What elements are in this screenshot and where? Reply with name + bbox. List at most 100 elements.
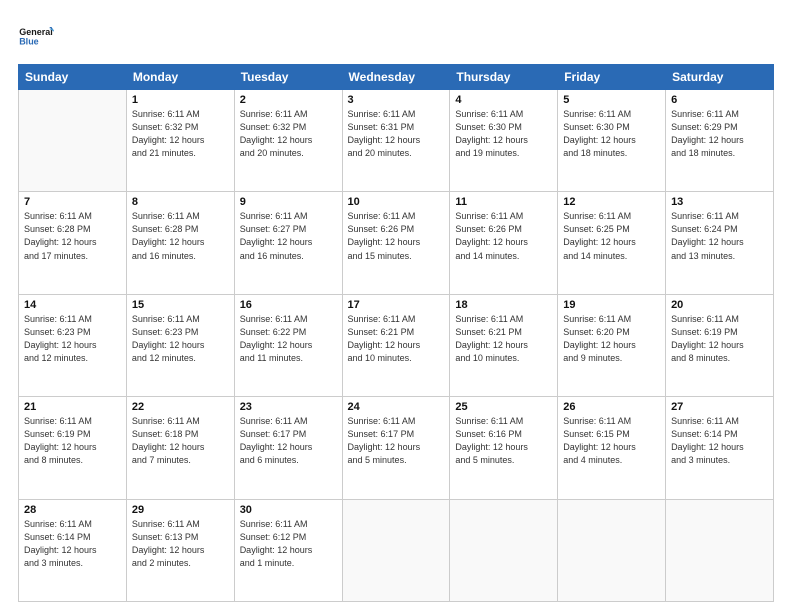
calendar-cell: 13Sunrise: 6:11 AM Sunset: 6:24 PM Dayli… <box>666 192 774 294</box>
calendar-header-row: SundayMondayTuesdayWednesdayThursdayFrid… <box>19 65 774 90</box>
calendar-cell: 30 Sunrise: 6:11 AM Sunset: 6:12 PM Dayli… <box>234 499 342 601</box>
calendar-cell: 29 Sunrise: 6:11 AM Sunset: 6:13 PM Dayli… <box>126 499 234 601</box>
day-info: Sunrise: 6:11 AM Sunset: 6:25 PM Dayligh… <box>563 210 660 262</box>
day-info: Sunrise: 6:11 AM Sunset: 6:20 PM Dayligh… <box>563 313 660 365</box>
day-number: 27 <box>671 401 768 413</box>
logo: General Blue <box>18 18 54 54</box>
day-number: 12 <box>563 196 660 208</box>
calendar-cell: 17Sunrise: 6:11 AM Sunset: 6:21 PM Dayli… <box>342 294 450 396</box>
calendar-cell <box>19 90 127 192</box>
day-number: 14 <box>24 299 121 311</box>
day-info: Sunrise: 6:11 AM Sunset: 6:23 PM Dayligh… <box>132 313 229 365</box>
calendar-cell <box>450 499 558 601</box>
day-number: 26 <box>563 401 660 413</box>
day-number: 6 <box>671 94 768 106</box>
day-info: Sunrise: 6:11 AM Sunset: 6:12 PM Dayligh… <box>240 518 337 570</box>
calendar-cell: 26 Sunrise: 6:11 AM Sunset: 6:15 PM Dayli… <box>558 397 666 499</box>
day-info: Sunrise: 6:11 AM Sunset: 6:16 PM Dayligh… <box>455 415 552 467</box>
calendar-cell: 3 Sunrise: 6:11 AM Sunset: 6:31 PM Daylig… <box>342 90 450 192</box>
svg-text:Blue: Blue <box>19 36 39 46</box>
calendar-cell: 6 Sunrise: 6:11 AM Sunset: 6:29 PM Daylig… <box>666 90 774 192</box>
day-number: 9 <box>240 196 337 208</box>
day-number: 18 <box>455 299 552 311</box>
day-header-wednesday: Wednesday <box>342 65 450 90</box>
day-number: 3 <box>348 94 445 106</box>
calendar-cell: 7 Sunrise: 6:11 AM Sunset: 6:28 PM Daylig… <box>19 192 127 294</box>
day-info: Sunrise: 6:11 AM Sunset: 6:26 PM Dayligh… <box>348 210 445 262</box>
calendar-cell: 21 Sunrise: 6:11 AM Sunset: 6:19 PM Dayli… <box>19 397 127 499</box>
week-row-2: 7 Sunrise: 6:11 AM Sunset: 6:28 PM Daylig… <box>19 192 774 294</box>
calendar-cell: 14 Sunrise: 6:11 AM Sunset: 6:23 PM Dayli… <box>19 294 127 396</box>
calendar-cell: 28Sunrise: 6:11 AM Sunset: 6:14 PM Dayli… <box>19 499 127 601</box>
calendar-cell: 27Sunrise: 6:11 AM Sunset: 6:14 PM Dayli… <box>666 397 774 499</box>
day-info: Sunrise: 6:11 AM Sunset: 6:29 PM Dayligh… <box>671 108 768 160</box>
calendar-cell: 11Sunrise: 6:11 AM Sunset: 6:26 PM Dayli… <box>450 192 558 294</box>
day-number: 21 <box>24 401 121 413</box>
calendar-cell: 25 Sunrise: 6:11 AM Sunset: 6:16 PM Dayli… <box>450 397 558 499</box>
day-number: 17 <box>348 299 445 311</box>
week-row-5: 28Sunrise: 6:11 AM Sunset: 6:14 PM Dayli… <box>19 499 774 601</box>
day-info: Sunrise: 6:11 AM Sunset: 6:21 PM Dayligh… <box>455 313 552 365</box>
calendar-cell: 9Sunrise: 6:11 AM Sunset: 6:27 PM Daylig… <box>234 192 342 294</box>
day-info: Sunrise: 6:11 AM Sunset: 6:30 PM Dayligh… <box>563 108 660 160</box>
calendar-cell: 15 Sunrise: 6:11 AM Sunset: 6:23 PM Dayli… <box>126 294 234 396</box>
day-info: Sunrise: 6:11 AM Sunset: 6:15 PM Dayligh… <box>563 415 660 467</box>
calendar-cell: 12 Sunrise: 6:11 AM Sunset: 6:25 PM Dayli… <box>558 192 666 294</box>
calendar-cell: 23 Sunrise: 6:11 AM Sunset: 6:17 PM Dayli… <box>234 397 342 499</box>
day-number: 16 <box>240 299 337 311</box>
day-number: 19 <box>563 299 660 311</box>
calendar-cell: 20Sunrise: 6:11 AM Sunset: 6:19 PM Dayli… <box>666 294 774 396</box>
day-info: Sunrise: 6:11 AM Sunset: 6:30 PM Dayligh… <box>455 108 552 160</box>
day-number: 1 <box>132 94 229 106</box>
calendar-cell: 22 Sunrise: 6:11 AM Sunset: 6:18 PM Dayli… <box>126 397 234 499</box>
calendar-cell: 18 Sunrise: 6:11 AM Sunset: 6:21 PM Dayli… <box>450 294 558 396</box>
day-info: Sunrise: 6:11 AM Sunset: 6:13 PM Dayligh… <box>132 518 229 570</box>
week-row-3: 14 Sunrise: 6:11 AM Sunset: 6:23 PM Dayli… <box>19 294 774 396</box>
calendar-cell: 24 Sunrise: 6:11 AM Sunset: 6:17 PM Dayli… <box>342 397 450 499</box>
day-info: Sunrise: 6:11 AM Sunset: 6:18 PM Dayligh… <box>132 415 229 467</box>
calendar-cell: 19 Sunrise: 6:11 AM Sunset: 6:20 PM Dayli… <box>558 294 666 396</box>
day-number: 5 <box>563 94 660 106</box>
day-number: 23 <box>240 401 337 413</box>
header: General Blue <box>18 18 774 54</box>
day-number: 4 <box>455 94 552 106</box>
day-header-thursday: Thursday <box>450 65 558 90</box>
day-info: Sunrise: 6:11 AM Sunset: 6:22 PM Dayligh… <box>240 313 337 365</box>
calendar-cell <box>666 499 774 601</box>
day-number: 28 <box>24 504 121 516</box>
day-number: 25 <box>455 401 552 413</box>
day-info: Sunrise: 6:11 AM Sunset: 6:23 PM Dayligh… <box>24 313 121 365</box>
day-info: Sunrise: 6:11 AM Sunset: 6:17 PM Dayligh… <box>240 415 337 467</box>
day-number: 13 <box>671 196 768 208</box>
day-number: 10 <box>348 196 445 208</box>
calendar-cell: 8Sunrise: 6:11 AM Sunset: 6:28 PM Daylig… <box>126 192 234 294</box>
day-header-sunday: Sunday <box>19 65 127 90</box>
calendar-cell: 16 Sunrise: 6:11 AM Sunset: 6:22 PM Dayli… <box>234 294 342 396</box>
day-header-tuesday: Tuesday <box>234 65 342 90</box>
day-info: Sunrise: 6:11 AM Sunset: 6:17 PM Dayligh… <box>348 415 445 467</box>
day-number: 2 <box>240 94 337 106</box>
calendar-cell <box>342 499 450 601</box>
day-number: 29 <box>132 504 229 516</box>
day-number: 30 <box>240 504 337 516</box>
day-number: 7 <box>24 196 121 208</box>
day-number: 22 <box>132 401 229 413</box>
day-header-saturday: Saturday <box>666 65 774 90</box>
page: General Blue SundayMondayTuesdayWednesda… <box>0 0 792 612</box>
day-info: Sunrise: 6:11 AM Sunset: 6:28 PM Dayligh… <box>24 210 121 262</box>
calendar-cell: 2 Sunrise: 6:11 AM Sunset: 6:32 PM Daylig… <box>234 90 342 192</box>
calendar-cell: 5 Sunrise: 6:11 AM Sunset: 6:30 PM Daylig… <box>558 90 666 192</box>
day-info: Sunrise: 6:11 AM Sunset: 6:31 PM Dayligh… <box>348 108 445 160</box>
day-info: Sunrise: 6:11 AM Sunset: 6:19 PM Dayligh… <box>24 415 121 467</box>
day-number: 24 <box>348 401 445 413</box>
calendar: SundayMondayTuesdayWednesdayThursdayFrid… <box>18 64 774 602</box>
day-number: 15 <box>132 299 229 311</box>
day-number: 20 <box>671 299 768 311</box>
week-row-4: 21 Sunrise: 6:11 AM Sunset: 6:19 PM Dayli… <box>19 397 774 499</box>
week-row-1: 1 Sunrise: 6:11 AM Sunset: 6:32 PM Daylig… <box>19 90 774 192</box>
day-number: 8 <box>132 196 229 208</box>
calendar-cell: 10 Sunrise: 6:11 AM Sunset: 6:26 PM Dayli… <box>342 192 450 294</box>
day-info: Sunrise: 6:11 AM Sunset: 6:32 PM Dayligh… <box>240 108 337 160</box>
day-header-friday: Friday <box>558 65 666 90</box>
calendar-cell: 1Sunrise: 6:11 AM Sunset: 6:32 PM Daylig… <box>126 90 234 192</box>
